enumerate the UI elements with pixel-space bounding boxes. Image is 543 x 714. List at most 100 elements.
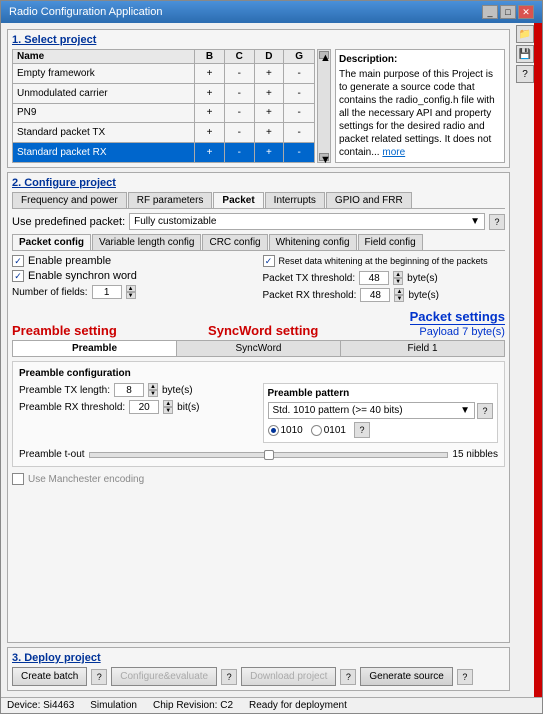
radio-help-button[interactable]: ? (354, 422, 370, 438)
packet-rx-input[interactable]: 48 (360, 288, 390, 302)
maximize-button[interactable]: □ (500, 5, 516, 19)
configure-help-button[interactable]: ? (221, 669, 237, 685)
toolbar-save-icon[interactable]: 💾 (516, 45, 534, 63)
preamble-rx-input[interactable]: 20 (129, 400, 159, 414)
preamble-tx-down[interactable]: ▼ (148, 390, 158, 397)
packet-tx-down[interactable]: ▼ (393, 278, 403, 285)
packet-tab-whitening[interactable]: Whitening config (269, 234, 357, 250)
enable-preamble-label: Enable preamble (28, 255, 111, 267)
toolbar-folder-icon[interactable]: 📁 (516, 25, 534, 43)
preamble-tx-up[interactable]: ▲ (148, 383, 158, 390)
radio-1010[interactable]: 1010 (268, 425, 303, 436)
radio-0101-circle (311, 425, 322, 436)
create-batch-help-button[interactable]: ? (91, 669, 107, 685)
generate-help-button[interactable]: ? (457, 669, 473, 685)
tab-frequency-power[interactable]: Frequency and power (12, 192, 127, 208)
packet-tab-field[interactable]: Field config (358, 234, 423, 250)
section-deploy-project: 3. Deploy project Create batch ? Configu… (7, 647, 510, 691)
configure-evaluate-button[interactable]: Configure&evaluate (111, 667, 217, 686)
status-device: Device: Si4463 (7, 700, 74, 711)
pattern-select-row: Std. 1010 pattern (>= 40 bits) ▼ ? (268, 402, 494, 419)
col-name: Name (13, 50, 195, 64)
table-row[interactable]: PN9 +-+- (13, 103, 315, 123)
table-row[interactable]: Standard packet TX +-+- (13, 123, 315, 143)
packet-tab-variable[interactable]: Variable length config (92, 234, 201, 250)
col-b: B (195, 50, 225, 64)
packet-tab-crc[interactable]: CRC config (202, 234, 267, 250)
radio-1010-label: 1010 (281, 425, 303, 436)
description-text: The main purpose of this Project is to g… (339, 69, 495, 158)
pattern-value: Std. 1010 pattern (>= 40 bits) (273, 405, 403, 416)
close-button[interactable]: ✕ (518, 5, 534, 19)
toolbar-help-icon[interactable]: ? (516, 65, 534, 83)
packet-tx-spinner[interactable]: ▲ ▼ (393, 271, 403, 285)
tab-interrupts[interactable]: Interrupts (265, 192, 325, 208)
title-bar: Radio Configuration Application _ □ ✕ (1, 1, 542, 23)
packet-tab-config[interactable]: Packet config (12, 234, 91, 250)
enable-synchron-checkbox[interactable] (12, 270, 24, 282)
packet-tabs: Packet config Variable length config CRC… (12, 234, 505, 251)
num-fields-row: Number of fields: 1 ▲ ▼ (12, 285, 255, 299)
packet-tx-unit: byte(s) (407, 273, 438, 284)
inner-tab-field1[interactable]: Field 1 (341, 341, 504, 356)
preamble-tx-spinner[interactable]: ▲ ▼ (148, 383, 158, 397)
window-title: Radio Configuration Application (9, 6, 163, 18)
packet-rx-down[interactable]: ▼ (394, 295, 404, 302)
packet-tx-label: Packet TX threshold: (263, 273, 356, 284)
red-sidebar (534, 23, 542, 697)
status-chip-revision: Chip Revision: C2 (153, 700, 233, 711)
predefined-select[interactable]: Fully customizable ▼ (129, 213, 485, 230)
tab-rf-parameters[interactable]: RF parameters (128, 192, 213, 208)
color-labels-row: Preamble setting SyncWord setting Packet… (12, 309, 505, 338)
inner-tab-syncword[interactable]: SyncWord (177, 341, 341, 356)
num-fields-input[interactable]: 1 (92, 285, 122, 299)
generate-source-button[interactable]: Generate source (360, 667, 453, 686)
preamble-rx-spinner[interactable]: ▲ ▼ (163, 400, 173, 414)
download-help-button[interactable]: ? (340, 669, 356, 685)
predefined-help-button[interactable]: ? (489, 214, 505, 230)
radio-0101[interactable]: 0101 (311, 425, 346, 436)
packet-tx-input[interactable]: 48 (359, 271, 389, 285)
table-row[interactable]: Standard packet RX +-+- (13, 143, 315, 163)
reset-whitening-checkbox[interactable] (263, 255, 275, 267)
predefined-packet-row: Use predefined packet: Fully customizabl… (12, 213, 505, 230)
num-fields-spinner[interactable]: ▲ ▼ (126, 285, 136, 299)
section-select-project: 1. Select project Name B C D (7, 29, 510, 168)
preamble-tx-input[interactable]: 8 (114, 383, 144, 397)
minimize-button[interactable]: _ (482, 5, 498, 19)
pattern-dropdown[interactable]: Std. 1010 pattern (>= 40 bits) ▼ (268, 402, 476, 419)
num-fields-down[interactable]: ▼ (126, 292, 136, 299)
preamble-rx-up[interactable]: ▲ (163, 400, 173, 407)
manchester-checkbox[interactable] (12, 473, 24, 485)
packet-tx-up[interactable]: ▲ (393, 271, 403, 278)
packet-rx-spinner[interactable]: ▲ ▼ (394, 288, 404, 302)
enable-preamble-checkbox[interactable] (12, 255, 24, 267)
more-link[interactable]: more (382, 147, 405, 158)
enable-synchron-row: Enable synchron word (12, 270, 255, 282)
deploy-buttons-row: Create batch ? Configure&evaluate ? Down… (12, 667, 505, 686)
preamble-rx-down[interactable]: ▼ (163, 407, 173, 414)
download-project-button[interactable]: Download project (241, 667, 336, 686)
slider-value: 15 nibbles (452, 449, 498, 460)
table-row[interactable]: Empty framework +-+- (13, 64, 315, 84)
pattern-help-button[interactable]: ? (477, 403, 493, 419)
description-title: Description: (339, 53, 501, 66)
tab-gpio-frr[interactable]: GPIO and FRR (326, 192, 412, 208)
packet-rx-up[interactable]: ▲ (394, 288, 404, 295)
num-fields-up[interactable]: ▲ (126, 285, 136, 292)
tab-packet[interactable]: Packet (213, 192, 263, 208)
enable-synchron-label: Enable synchron word (28, 270, 137, 282)
table-row[interactable]: Unmodulated carrier +-+- (13, 83, 315, 103)
project-table-scrollbar[interactable]: ▲ ▼ (317, 49, 331, 163)
section1-header: 1. Select project (12, 34, 505, 46)
create-batch-button[interactable]: Create batch (12, 667, 87, 686)
preamble-timeout-slider[interactable] (89, 452, 449, 458)
status-ready: Ready for deployment (249, 700, 347, 711)
reset-whitening-label: Reset data whitening at the beginning of… (279, 256, 488, 266)
inner-tab-preamble[interactable]: Preamble (13, 341, 177, 356)
section3-header: 3. Deploy project (12, 652, 505, 664)
col-g: G (284, 50, 315, 64)
preamble-tx-unit: byte(s) (162, 385, 193, 396)
project-table: Name B C D G Empty framework (12, 49, 315, 163)
dropdown-arrow-icon: ▼ (470, 216, 480, 227)
